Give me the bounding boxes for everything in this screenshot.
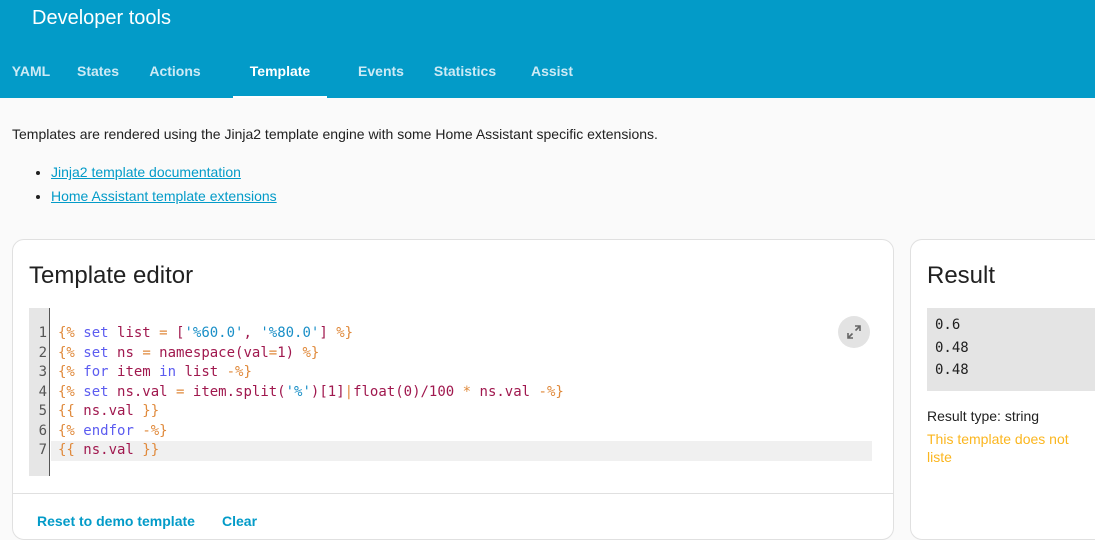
line-number: 1 <box>38 325 47 341</box>
code-token: '%' <box>285 383 311 400</box>
doc-links: Jinja2 template documentation Home Assis… <box>51 163 277 211</box>
code-token: '%60.0' <box>184 325 244 341</box>
clear-button[interactable]: Clear <box>222 513 257 529</box>
code-token: -%} <box>142 422 168 439</box>
tab-template[interactable]: Template <box>233 50 327 98</box>
code-token: set <box>83 344 109 361</box>
code-token: ] <box>319 325 337 341</box>
code-token: )[1] <box>310 383 345 400</box>
code-token: 1) <box>277 344 303 361</box>
result-line: 0.6 <box>935 317 961 333</box>
code-token: item.split( <box>184 383 286 400</box>
code-token: namespace(val <box>150 344 269 361</box>
jinja2-docs-link[interactable]: Jinja2 template documentation <box>51 164 241 180</box>
line-number: 4 <box>38 383 47 400</box>
line-number: 2 <box>38 344 47 361</box>
tab-events[interactable]: Events <box>344 50 418 98</box>
code-line: {% for item in list -%} <box>57 363 878 383</box>
code-token: }} <box>142 403 160 419</box>
code-token: '%80.0' <box>260 325 320 341</box>
code-editor[interactable]: 1 {% set list = ['%60.0', '%80.0'] %} 2 {% … <box>29 308 878 476</box>
code-line: {{ ns.val }} <box>51 441 872 461</box>
intro-text: Templates are rendered using the Jinja2 … <box>12 126 658 142</box>
card-title: Result <box>927 262 996 289</box>
tab-actions[interactable]: Actions <box>134 50 216 98</box>
code-line: {% endfor -%} <box>57 422 878 442</box>
code-token: list <box>176 364 227 380</box>
tab-yaml[interactable]: YAML <box>0 50 62 98</box>
code-token: %} <box>336 325 354 341</box>
code-token: set <box>83 383 109 400</box>
template-editor-card: Template editor 1 {% set list = ['%60.0',… <box>12 239 894 540</box>
tab-bar: YAML States Actions Template Events Statistic… <box>0 50 592 98</box>
result-output: 0.6 0.48 0.48 <box>927 308 1095 391</box>
code-token: float(0)/100 <box>353 383 463 400</box>
code-token: -%} <box>538 383 564 400</box>
code-token: ns.val <box>471 383 539 400</box>
code-token: {% <box>58 383 75 400</box>
code-token: = <box>142 344 151 361</box>
code-token: * <box>462 383 472 400</box>
code-line: {% set ns.val = item.split('%')[1]|float… <box>57 383 878 403</box>
code-token: {% <box>58 325 75 341</box>
code-token: , <box>243 325 261 341</box>
code-token: = <box>159 325 168 341</box>
result-line: 0.48 <box>935 339 969 356</box>
result-line: 0.48 <box>935 362 969 378</box>
line-number: 7 <box>38 442 47 458</box>
code-token: ns.val <box>74 403 143 419</box>
code-line: {% set list = ['%60.0', '%80.0'] %} <box>57 324 878 344</box>
code-token: %} <box>302 344 320 361</box>
code-token: item <box>108 364 160 380</box>
code-token: {{ <box>58 442 75 458</box>
code-token: {% <box>58 364 75 380</box>
code-token: ns.val <box>108 383 177 400</box>
code-token: ns.val <box>74 442 143 458</box>
app-header: Developer tools YAML States Actions Templat… <box>0 0 1095 98</box>
tab-assist[interactable]: Assist <box>512 50 592 98</box>
reset-to-demo-button[interactable]: Reset to demo template <box>37 513 195 529</box>
code-token: {% <box>58 344 75 361</box>
code-token: set <box>83 325 109 341</box>
expand-editor-button[interactable] <box>838 316 870 348</box>
line-number: 6 <box>38 422 47 439</box>
result-type: Result type: string <box>927 408 1040 424</box>
card-title: Template editor <box>29 262 194 289</box>
code-token: endfor <box>83 422 134 439</box>
code-token: {% <box>58 422 75 439</box>
tab-statistics[interactable]: Statistics <box>418 50 512 98</box>
code-token: in <box>159 364 177 380</box>
code-token: for <box>83 364 109 380</box>
code-token: {{ <box>58 403 75 419</box>
code-line: {% set ns = namespace(val=1) %} <box>57 344 878 364</box>
code-line: {{ ns.val }} <box>57 402 878 422</box>
code-token: [ <box>167 325 185 341</box>
code-token: ns <box>108 344 143 361</box>
code-token: | <box>344 383 354 400</box>
code-token: }} <box>142 442 160 458</box>
tab-states[interactable]: States <box>62 50 134 98</box>
code-token: -%} <box>226 364 252 380</box>
result-card: Result 0.6 0.48 0.48 Result type: string… <box>910 239 1095 540</box>
code-token: = <box>268 344 278 361</box>
line-number: 3 <box>38 364 47 380</box>
line-number: 5 <box>38 403 47 419</box>
ha-template-extensions-link[interactable]: Home Assistant template extensions <box>51 188 277 204</box>
divider <box>13 493 893 494</box>
arrow-expand-icon <box>847 325 861 339</box>
page-title: Developer tools <box>32 7 171 29</box>
listener-warning: This template does not liste <box>927 431 1069 465</box>
code-token: list <box>108 325 160 341</box>
